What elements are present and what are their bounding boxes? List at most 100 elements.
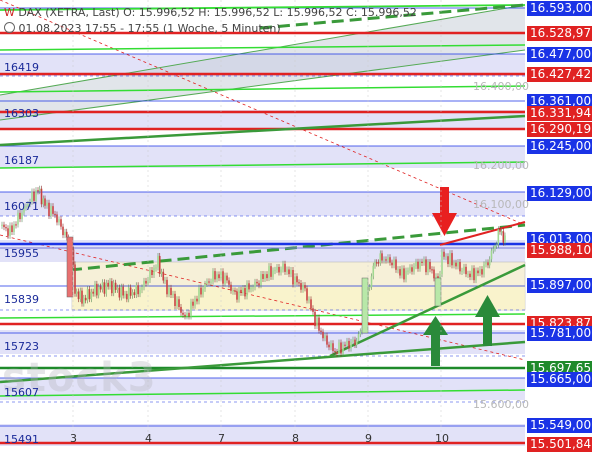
candle (224, 275, 226, 284)
candle (246, 283, 248, 297)
candle (92, 291, 94, 294)
clock-icon (4, 22, 15, 33)
candle (395, 259, 397, 270)
axis-label: 15.600,00 (473, 398, 529, 411)
candle (258, 283, 260, 286)
candle (170, 287, 172, 295)
zone-label: 16303 (4, 107, 39, 120)
candle (413, 266, 415, 272)
candle (77, 291, 80, 300)
candle (60, 219, 62, 227)
candle (495, 244, 498, 246)
candle (96, 283, 98, 296)
candle (286, 269, 288, 272)
candle (372, 265, 375, 277)
axis-label: 16.100,00 (473, 198, 529, 211)
candle (88, 289, 91, 300)
candle (465, 266, 467, 275)
zone-label: 15955 (4, 247, 39, 260)
candle (184, 314, 186, 317)
candle (46, 202, 48, 206)
candle (230, 284, 232, 291)
candle (240, 289, 242, 293)
candle (111, 281, 113, 294)
candle (137, 285, 139, 295)
candle (86, 289, 89, 301)
price-chart[interactable]: stock3 W DAX (XETRA, Last) O: 15.996,52 … (0, 0, 595, 452)
candle (54, 213, 56, 216)
price-tag[interactable]: 16.427,42 (527, 67, 592, 82)
candle (244, 288, 246, 297)
candle (114, 282, 117, 290)
candle (226, 275, 228, 281)
candle (188, 312, 190, 317)
candle (107, 282, 109, 287)
candle (254, 281, 256, 288)
candle (164, 279, 166, 282)
price-tag[interactable]: 16.129,00 (527, 186, 592, 201)
candle (194, 298, 196, 306)
candle (409, 267, 411, 271)
candle (379, 253, 382, 263)
price-tag[interactable]: 15.781,00 (527, 326, 592, 341)
candle (419, 261, 421, 269)
candle (118, 287, 121, 298)
candle (318, 317, 320, 331)
price-tag[interactable]: 16.245,00 (527, 139, 592, 154)
price-tag[interactable]: 15.988,10 (527, 243, 592, 258)
candle (434, 277, 442, 307)
candle (200, 287, 202, 295)
price-tag[interactable]: 16.593,00 (527, 1, 592, 16)
candle (192, 301, 194, 306)
candle (330, 343, 332, 348)
candle (292, 269, 294, 285)
candle (397, 269, 399, 271)
candle (15, 224, 17, 226)
candle (216, 274, 218, 280)
candle (504, 235, 506, 243)
candle (222, 271, 224, 284)
candle (17, 212, 19, 225)
price-tag[interactable]: 15.897,00 (527, 278, 592, 293)
price-tag[interactable]: 16.477,00 (527, 47, 592, 62)
candle (214, 271, 216, 280)
candle (210, 281, 212, 283)
candle (64, 231, 66, 236)
candle (242, 288, 244, 293)
candle (129, 287, 132, 296)
candle (101, 282, 104, 290)
price-tag[interactable]: 16.528,97 (527, 26, 592, 41)
candle (143, 280, 145, 288)
candle (48, 202, 50, 216)
candle (355, 340, 358, 345)
candle (314, 311, 316, 327)
candle (208, 281, 210, 283)
price-tag[interactable]: 16.331,94 (527, 106, 592, 121)
candle (264, 274, 266, 279)
candle (84, 297, 87, 301)
zone-label: 15839 (4, 293, 39, 306)
candle (260, 274, 262, 286)
candle (298, 282, 300, 284)
candle (196, 298, 198, 302)
candle (457, 262, 459, 267)
candle (174, 293, 176, 306)
candle (274, 269, 276, 272)
candle (411, 267, 413, 272)
candle (467, 273, 469, 275)
candle (352, 339, 354, 342)
candle (391, 262, 393, 266)
candle (473, 268, 475, 281)
candle (66, 236, 74, 298)
price-tag[interactable]: 15.665,00 (527, 372, 592, 387)
candle (248, 283, 250, 290)
price-tag[interactable]: 16.290,19 (527, 122, 592, 137)
candle (103, 282, 106, 294)
candle (105, 282, 108, 294)
candle (441, 251, 443, 275)
candle (326, 335, 328, 345)
price-tag[interactable]: 15.549,00 (527, 418, 592, 433)
candle (455, 262, 457, 267)
candle (124, 293, 126, 296)
candle (278, 266, 280, 273)
